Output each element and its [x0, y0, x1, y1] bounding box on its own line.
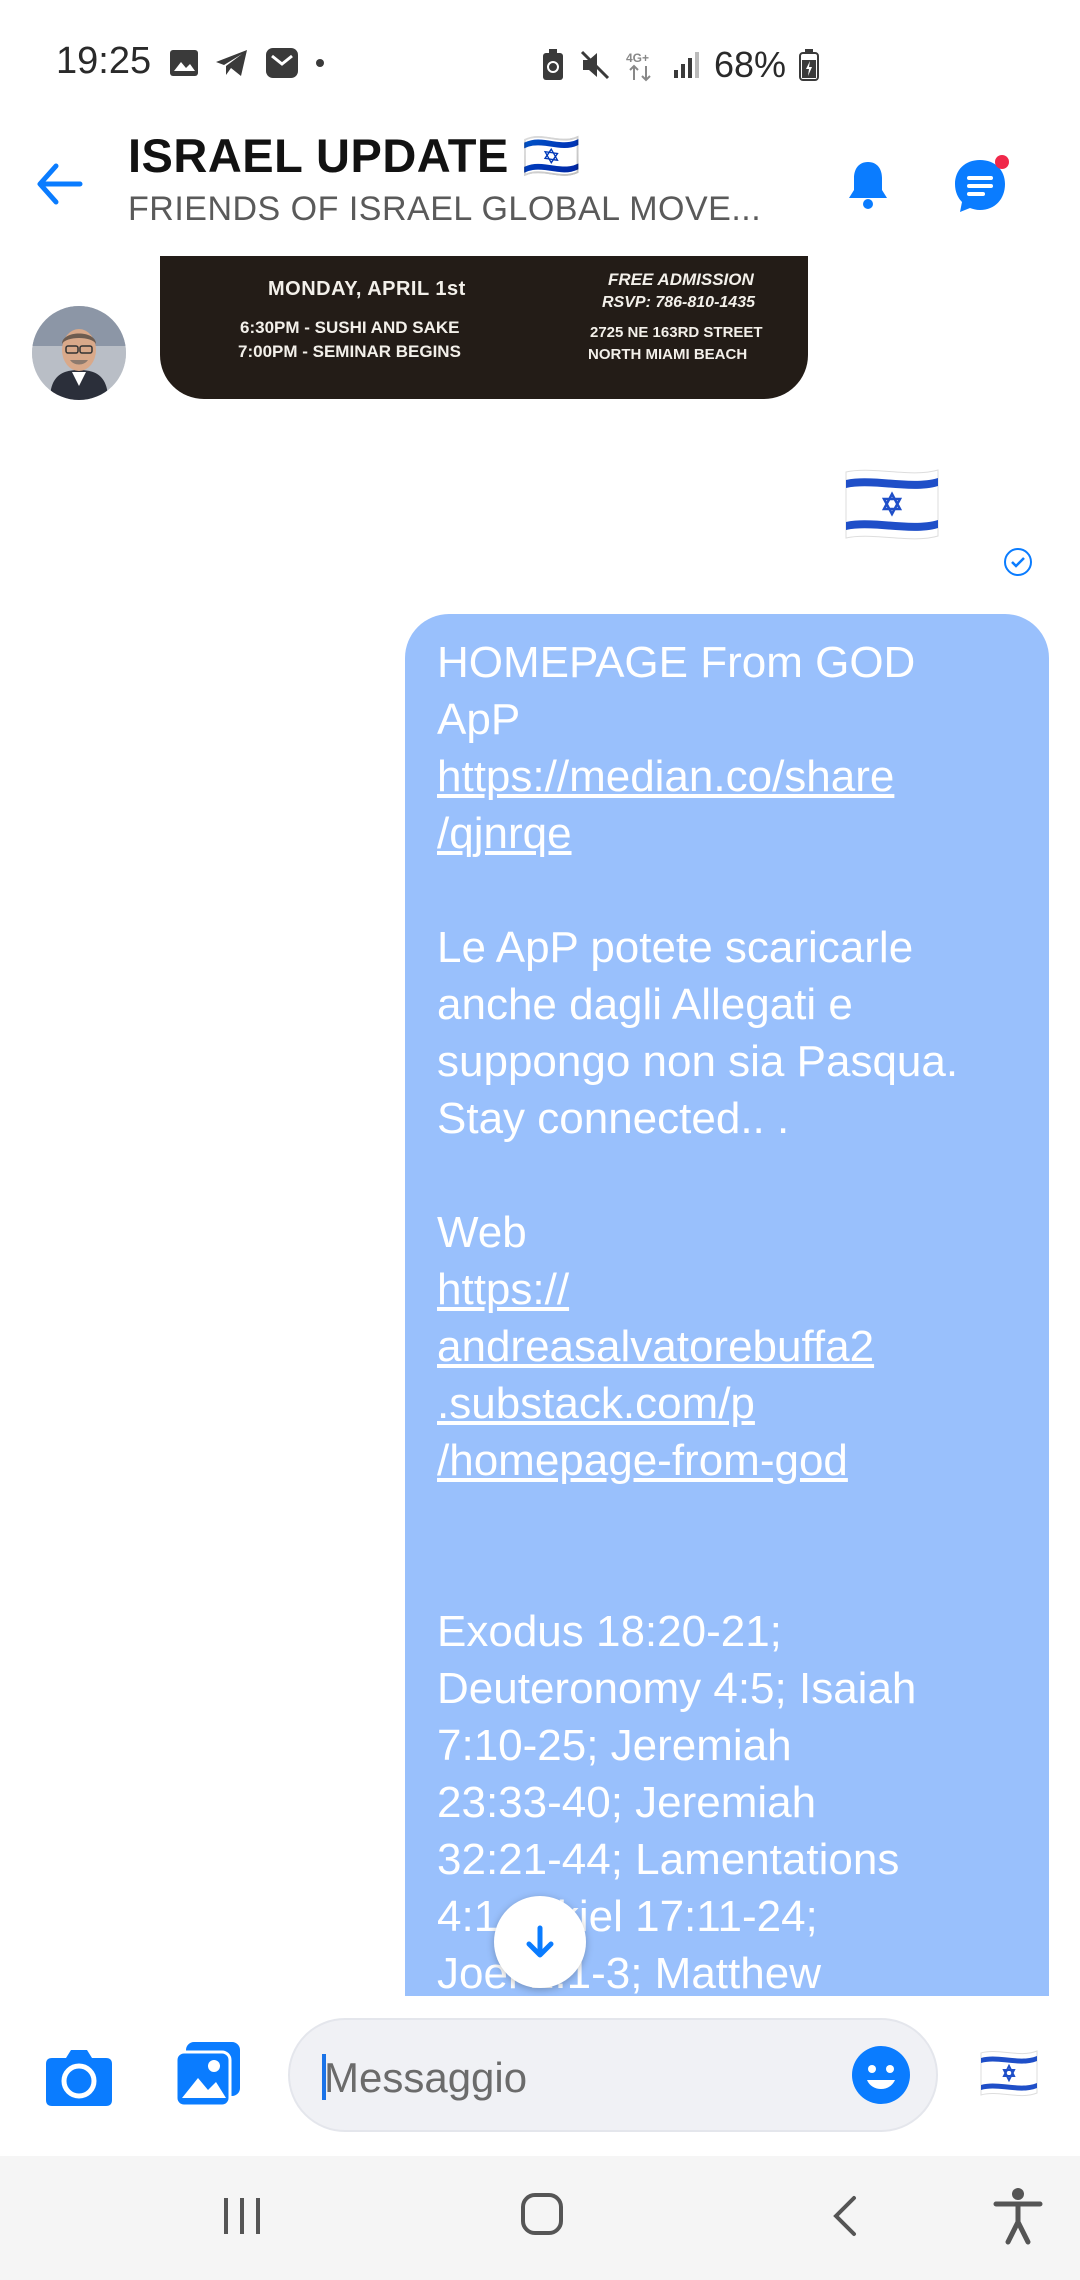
signal-icon	[674, 52, 699, 78]
median-link[interactable]: /qjnrqe	[437, 805, 1021, 862]
back-arrow-icon[interactable]	[30, 156, 86, 212]
chat-header: ISRAEL UPDATE 🇮🇱 FRIENDS OF ISRAEL GLOBA…	[0, 120, 1080, 260]
message-line: ApP	[437, 695, 521, 744]
more-notifications-dot-icon	[316, 59, 324, 67]
gallery-notification-icon	[170, 50, 198, 76]
message-placeholder: Messaggio	[324, 2054, 528, 2101]
message-line: 7:10-25; Jeremiah	[437, 1721, 792, 1770]
arrow-down-icon	[526, 1925, 554, 1958]
message-composer: Messaggio	[0, 1996, 1080, 2156]
message-line: anche dagli Allegati e	[437, 980, 853, 1029]
event-rsvp: RSVP: 786-810-1435	[602, 294, 755, 311]
scroll-to-bottom-button[interactable]	[494, 1896, 586, 1988]
israel-flag-message[interactable]	[842, 466, 942, 542]
svg-text:4G+: 4G+	[626, 51, 649, 65]
message-line: Exodus 18:20-21;	[437, 1607, 782, 1656]
notification-icons	[168, 46, 326, 80]
message-line: HOMEPAGE From GOD	[437, 638, 916, 687]
gallery-icon[interactable]	[174, 2040, 242, 2108]
substack-link[interactable]: /homepage-from-god	[437, 1432, 1021, 1489]
threads-chat-icon[interactable]	[950, 152, 1014, 216]
message-input[interactable]: Messaggio	[288, 2018, 938, 2132]
message-line: Le ApP potete scaricarle	[437, 923, 914, 972]
recent-apps-icon[interactable]	[220, 2194, 264, 2238]
event-time-1: 6:30PM - SUSHI AND SAKE	[240, 318, 460, 337]
system-nav-bar	[0, 2156, 1080, 2280]
sender-avatar[interactable]	[32, 306, 126, 400]
substack-link[interactable]: https://	[437, 1261, 1021, 1318]
mail-notification-icon	[266, 48, 298, 78]
israel-flag-quick-reaction-icon[interactable]	[978, 2048, 1040, 2098]
bell-icon[interactable]	[838, 154, 898, 214]
chat-subtitle[interactable]: FRIENDS OF ISRAEL GLOBAL MOVE...	[128, 190, 761, 229]
telegram-notification-icon	[216, 50, 247, 76]
message-line: Deuteronomy 4:5; Isaiah	[437, 1664, 917, 1713]
mute-icon	[580, 50, 610, 80]
emoji-icon[interactable]	[850, 2044, 912, 2106]
message-line: Stay connected.. .	[437, 1094, 790, 1143]
back-nav-icon[interactable]	[826, 2192, 864, 2240]
event-address-2: NORTH MIAMI BEACH	[588, 346, 748, 363]
event-flyer-image[interactable]: MONDAY, APRIL 1st 6:30PM - SUSHI AND SAK…	[160, 256, 808, 399]
substack-link[interactable]: .substack.com/p	[437, 1375, 1021, 1432]
status-time: 19:25	[56, 40, 152, 82]
network-4g-icon: 4G+	[626, 51, 651, 82]
conversation-area[interactable]: MONDAY, APRIL 1st 6:30PM - SUSHI AND SAK…	[0, 256, 1080, 1996]
battery-charging-icon	[799, 49, 820, 81]
battery-saver-icon	[543, 49, 563, 80]
chat-title[interactable]: ISRAEL UPDATE 🇮🇱	[128, 128, 581, 184]
camera-icon[interactable]	[44, 2044, 114, 2108]
message-line: suppongo non sia Pasqua.	[437, 1037, 959, 1086]
event-date: MONDAY, APRIL 1st	[268, 278, 466, 300]
median-link[interactable]: https://median.co/share	[437, 748, 1021, 805]
message-line: Web	[437, 1208, 527, 1257]
battery-percent: 68%	[714, 44, 787, 85]
message-line: 32:21-44; Lamentations	[437, 1835, 900, 1884]
substack-link[interactable]: andreasalvatorebuffa2	[437, 1318, 1021, 1375]
sent-message-bubble[interactable]: HOMEPAGE From GOD ApP https://median.co/…	[405, 614, 1049, 1996]
event-address-1: 2725 NE 163RD STREET	[590, 324, 763, 341]
event-admission: FREE ADMISSION	[608, 270, 754, 289]
sent-check-icon	[1004, 548, 1032, 576]
status-bar: 19:25 4G+ 68%	[0, 0, 1080, 130]
event-time-2: 7:00PM - SEMINAR BEGINS	[238, 342, 461, 361]
message-line: 23:33-40; Jeremiah	[437, 1778, 817, 1827]
accessibility-icon[interactable]	[990, 2186, 1046, 2246]
system-icons: 4G+ 68%	[540, 44, 820, 86]
home-icon[interactable]	[518, 2190, 566, 2238]
